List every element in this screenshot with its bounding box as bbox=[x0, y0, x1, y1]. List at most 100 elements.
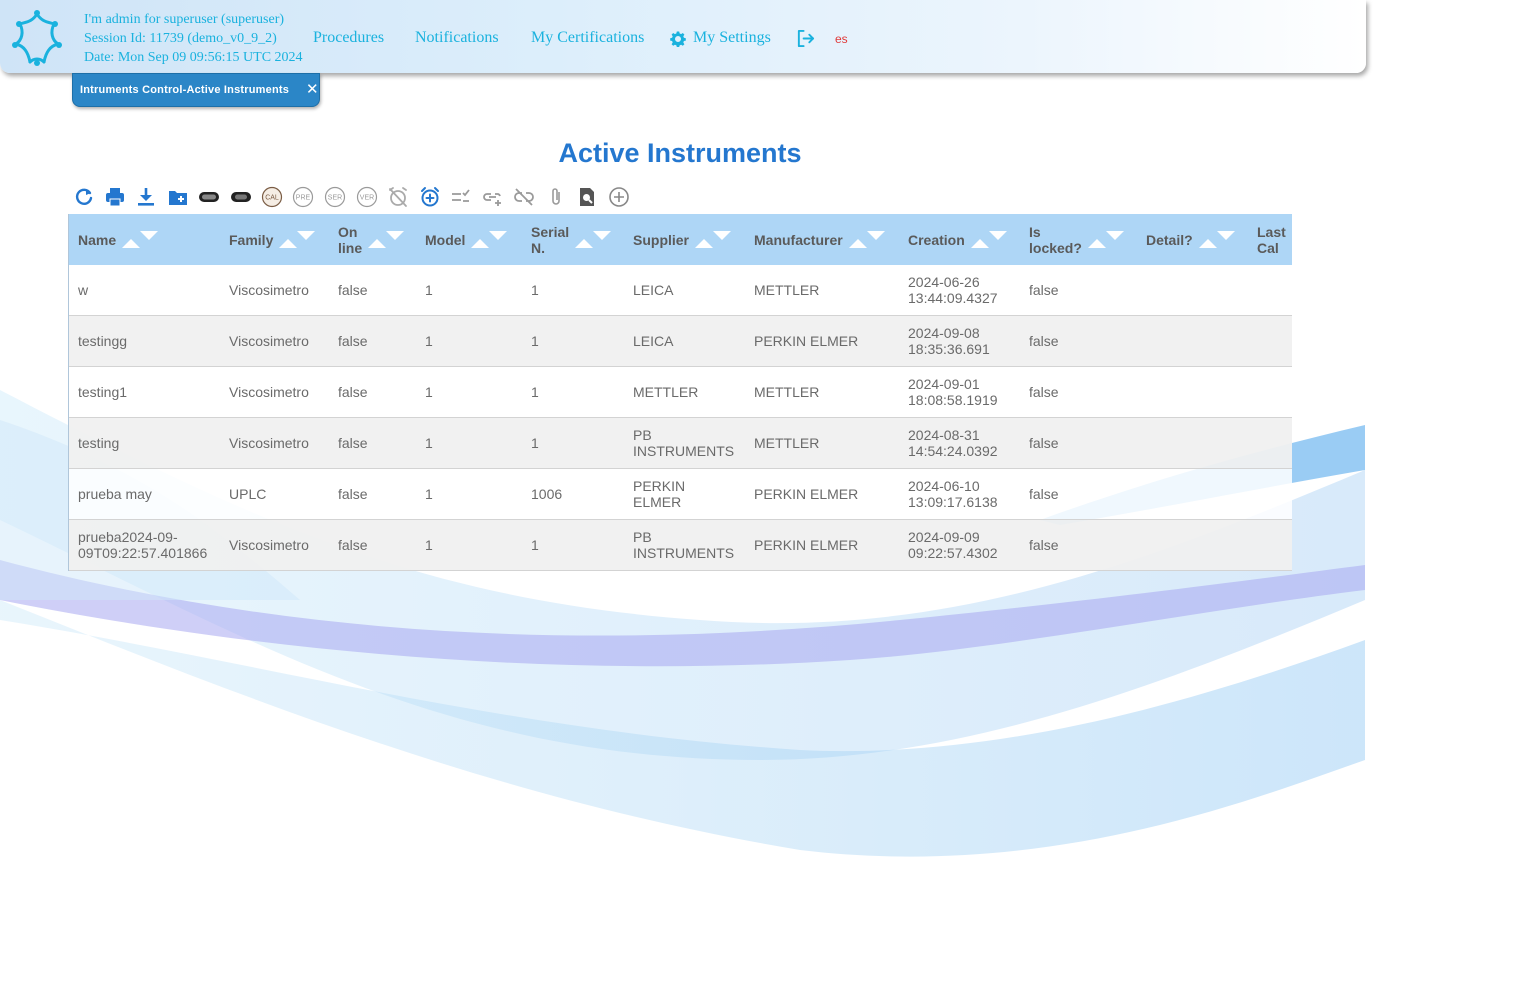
sort-control bbox=[362, 214, 405, 265]
sort-ascending-icon[interactable] bbox=[368, 239, 387, 248]
cell-text: ELMER bbox=[633, 494, 682, 510]
cell-text: PB bbox=[633, 529, 652, 545]
link-add-icon[interactable] bbox=[482, 186, 504, 208]
sort-descending-icon[interactable] bbox=[593, 231, 612, 240]
column-header-family[interactable]: Family bbox=[220, 214, 329, 265]
column-header-manufacturer[interactable]: Manufacturer bbox=[745, 214, 899, 265]
sort-descending-icon[interactable] bbox=[866, 231, 885, 240]
cell-supplier: METTLER bbox=[624, 367, 745, 417]
add-circle-icon[interactable] bbox=[608, 186, 630, 208]
column-header-name[interactable]: Name bbox=[69, 214, 220, 265]
cell-last-cal bbox=[1248, 265, 1292, 315]
cell-text: 14:54:24.0392 bbox=[908, 443, 998, 459]
sort-control bbox=[843, 214, 885, 265]
sort-ascending-icon[interactable] bbox=[695, 239, 714, 248]
ser-icon[interactable]: SER bbox=[324, 186, 346, 208]
cell-name: prueba2024-09- 09T09:22:57.401866 bbox=[69, 520, 220, 570]
sort-descending-icon[interactable] bbox=[489, 231, 508, 240]
document-search-icon[interactable] bbox=[576, 186, 598, 208]
sort-ascending-icon[interactable] bbox=[1198, 239, 1217, 248]
cell-text: INSTRUMENTS bbox=[633, 545, 735, 561]
download-icon[interactable] bbox=[135, 186, 157, 208]
pre-icon[interactable]: PRE bbox=[292, 186, 314, 208]
session-info: I'm admin for superuser (superuser) Sess… bbox=[84, 10, 303, 67]
refresh-icon[interactable] bbox=[73, 186, 95, 208]
cell-text: false bbox=[338, 384, 368, 400]
sort-descending-icon[interactable] bbox=[1216, 231, 1235, 240]
nav-procedures[interactable]: Procedures bbox=[313, 29, 384, 47]
header-text: N. bbox=[531, 239, 545, 256]
sort-descending-icon[interactable] bbox=[297, 231, 316, 240]
cell-text: UPLC bbox=[229, 486, 267, 502]
sort-control bbox=[965, 214, 1007, 265]
sort-ascending-icon[interactable] bbox=[279, 239, 298, 248]
table-row[interactable]: testingg Viscosimetro false 1 1 LEICA PERKIN E… bbox=[69, 316, 1292, 367]
sort-descending-icon[interactable] bbox=[713, 231, 732, 240]
alarm-add-icon[interactable] bbox=[419, 186, 441, 208]
logout-icon[interactable] bbox=[796, 29, 815, 48]
sort-descending-icon[interactable] bbox=[386, 231, 405, 240]
cell-text: false bbox=[338, 282, 368, 298]
table-row[interactable]: testing1 Viscosimetro false 1 1 METTLER METTLE… bbox=[69, 367, 1292, 418]
cell-text: 1 bbox=[425, 384, 433, 400]
cell-detail bbox=[1137, 469, 1248, 519]
attachment-icon[interactable] bbox=[545, 186, 567, 208]
cell-family: Viscosimetro bbox=[220, 367, 329, 417]
column-header-locked[interactable]: Is locked? bbox=[1020, 214, 1137, 265]
new-folder-icon[interactable] bbox=[167, 186, 189, 208]
column-header-model[interactable]: Model bbox=[416, 214, 522, 265]
cell-model: 1 bbox=[416, 367, 522, 417]
print-icon[interactable] bbox=[104, 186, 126, 208]
sort-descending-icon[interactable] bbox=[140, 231, 159, 240]
nav-notifications[interactable]: Notifications bbox=[415, 29, 499, 47]
sort-ascending-icon[interactable] bbox=[471, 239, 490, 248]
alarm-off-icon[interactable] bbox=[387, 186, 409, 208]
table-row[interactable]: prueba2024-09- 09T09:22:57.401866 Viscosim… bbox=[69, 520, 1292, 571]
sort-ascending-icon[interactable] bbox=[1087, 239, 1106, 248]
cell-text: Viscosimetro bbox=[229, 384, 309, 400]
column-header-online[interactable]: On line bbox=[329, 214, 416, 265]
header-text: line bbox=[338, 239, 363, 256]
cell-family: Viscosimetro bbox=[220, 520, 329, 570]
ver-icon[interactable]: VER bbox=[356, 186, 378, 208]
sort-ascending-icon[interactable] bbox=[970, 239, 989, 248]
cell-serial: 1 bbox=[522, 265, 624, 315]
table-row[interactable]: testing Viscosimetro false 1 1 PB INSTRUMENTS M… bbox=[69, 418, 1292, 469]
cell-text: 1 bbox=[531, 384, 539, 400]
nav-my-settings[interactable]: My Settings bbox=[693, 29, 771, 47]
close-icon[interactable]: ✕ bbox=[306, 80, 319, 98]
cell-text: 13:09:17.6138 bbox=[908, 494, 998, 510]
cell-supplier: LEICA bbox=[624, 265, 745, 315]
cell-text: 1 bbox=[425, 486, 433, 502]
page-title: Active Instruments bbox=[558, 138, 802, 168]
gear-icon[interactable] bbox=[670, 31, 686, 47]
toggle-icon[interactable] bbox=[198, 186, 220, 208]
sort-ascending-icon[interactable] bbox=[122, 239, 141, 248]
language-switch[interactable]: es bbox=[835, 32, 848, 46]
nav-my-certifications[interactable]: My Certifications bbox=[531, 29, 644, 47]
column-header-creation[interactable]: Creation bbox=[899, 214, 1020, 265]
cell-text: 2024-09-09 bbox=[908, 529, 980, 545]
column-header-supplier[interactable]: Supplier bbox=[624, 214, 745, 265]
sort-descending-icon[interactable] bbox=[1105, 231, 1124, 240]
link-off-icon[interactable] bbox=[513, 186, 535, 208]
sort-ascending-icon[interactable] bbox=[575, 239, 594, 248]
cell-serial: 1 bbox=[522, 367, 624, 417]
cell-manufacturer: METTLER bbox=[745, 265, 899, 315]
cal-icon[interactable]: CAL bbox=[261, 186, 283, 208]
sort-descending-icon[interactable] bbox=[988, 231, 1007, 240]
session-date: Date: Mon Sep 09 09:56:15 UTC 2024 bbox=[84, 50, 303, 65]
toggle-icon[interactable] bbox=[230, 186, 252, 208]
header-text: Detail? bbox=[1146, 231, 1193, 248]
column-header-serial[interactable]: Serial N. bbox=[522, 214, 624, 265]
sort-ascending-icon[interactable] bbox=[848, 239, 867, 248]
cell-text: 1 bbox=[531, 282, 539, 298]
cell-serial: 1 bbox=[522, 418, 624, 468]
table-row[interactable]: prueba may UPLC false 1 1006 PERKIN ELMER PERKI… bbox=[69, 469, 1292, 520]
tab-active-instruments[interactable]: Intruments Control-Active Instruments ✕ bbox=[72, 73, 320, 107]
table-row[interactable]: w Viscosimetro false 1 1 LEICA METTLER 2024-06-… bbox=[69, 265, 1292, 316]
column-header-detail[interactable]: Detail? bbox=[1137, 214, 1248, 265]
checklist-icon[interactable] bbox=[450, 186, 472, 208]
cell-locked: false bbox=[1020, 265, 1137, 315]
column-header-last-cal[interactable]: Last Cal bbox=[1248, 214, 1292, 265]
